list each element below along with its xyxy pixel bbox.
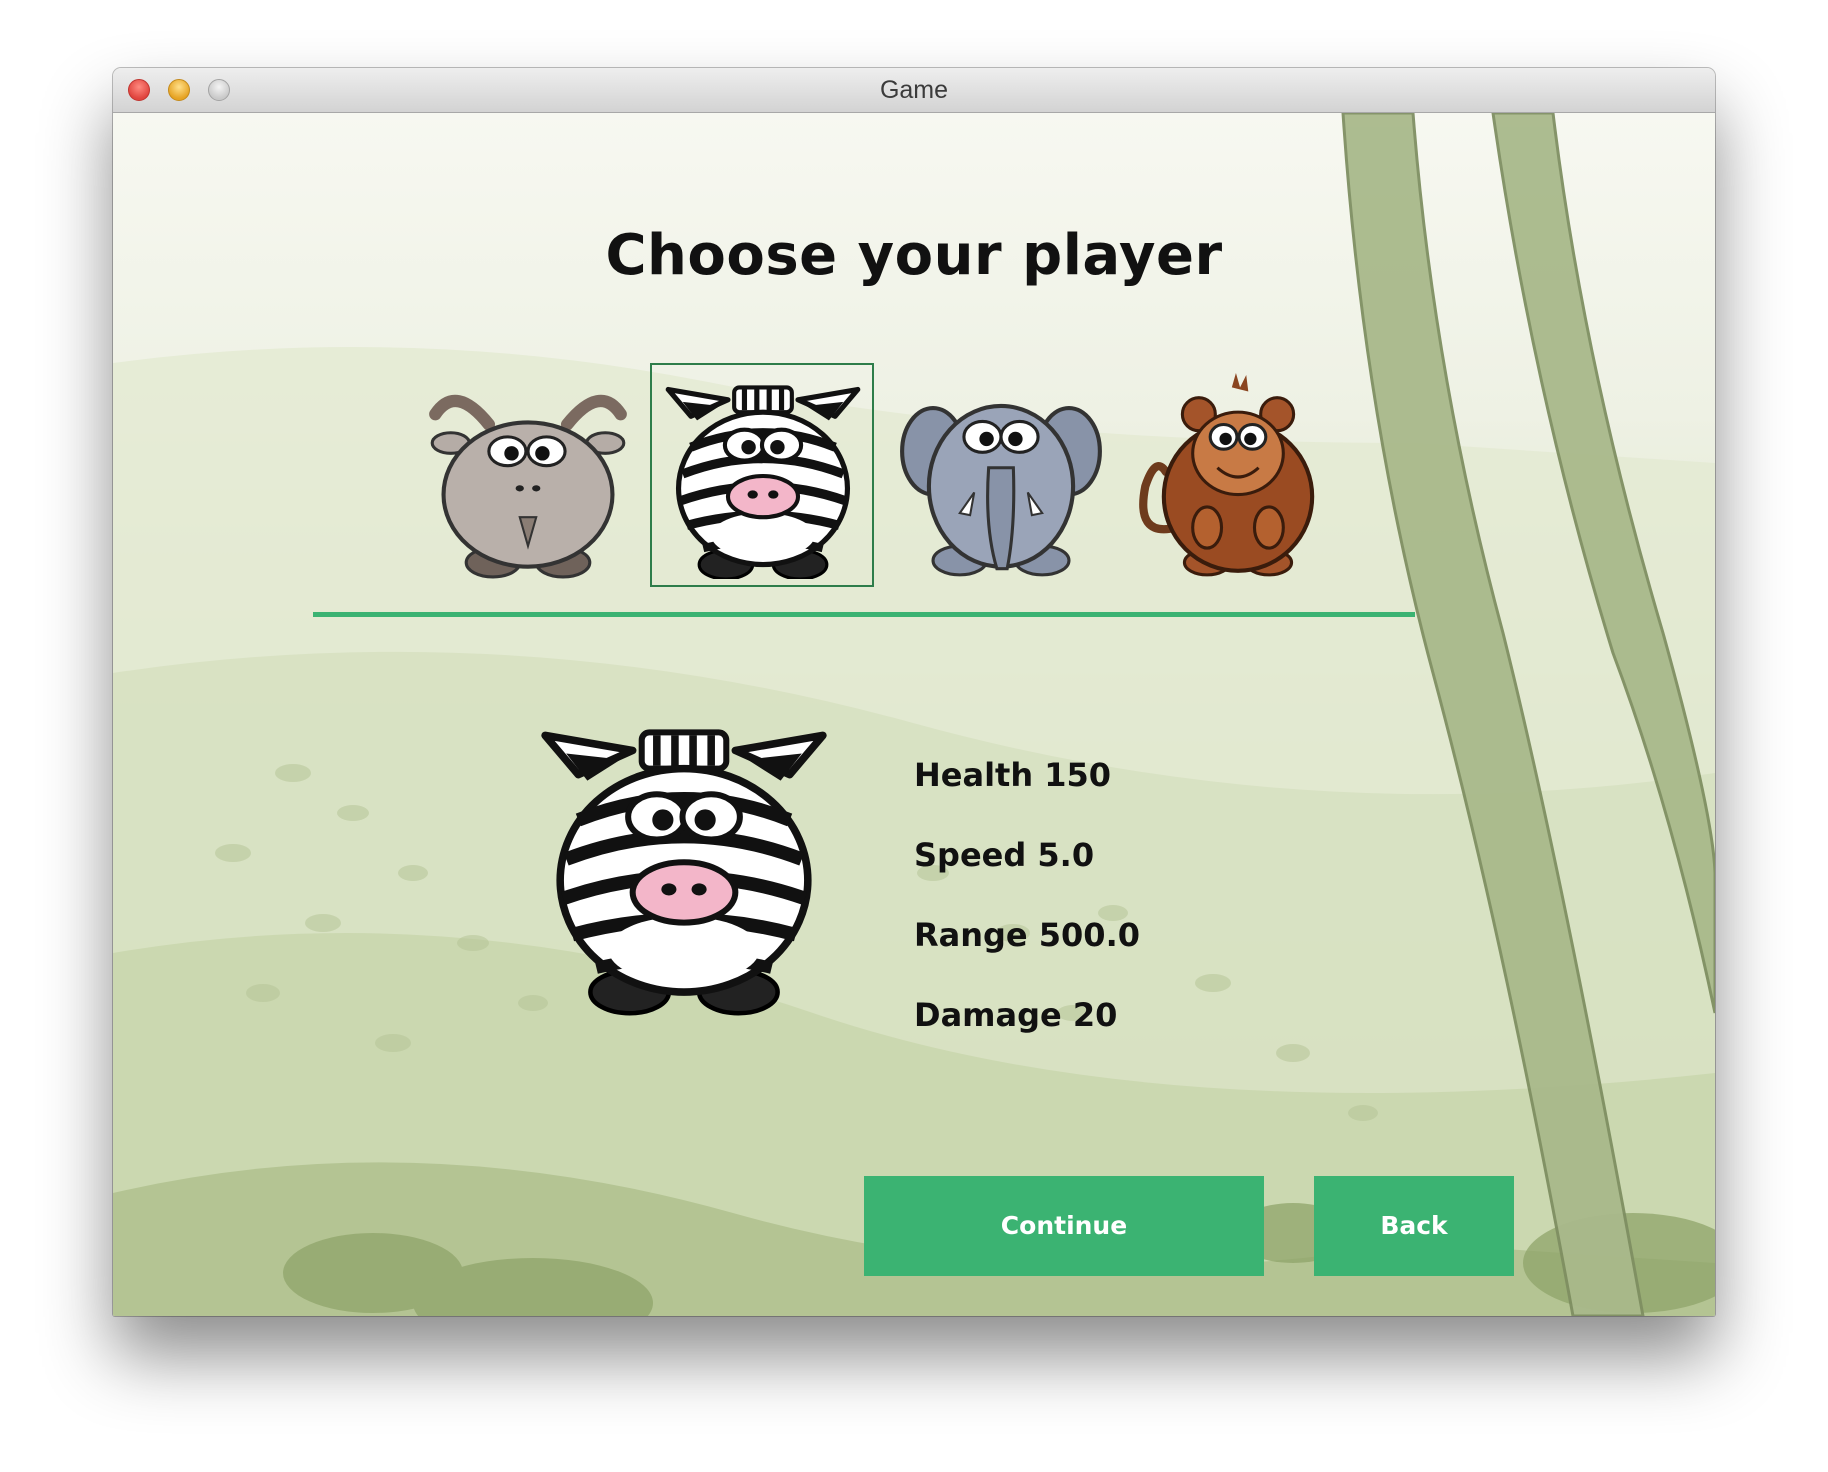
title-bar: Game [113,68,1715,113]
character-option-goat[interactable] [415,363,639,587]
selected-player-preview [533,711,835,1021]
character-option-zebra[interactable] [650,363,874,587]
monkey-icon [1139,373,1315,577]
stat-health: Health 150 [914,756,1112,794]
stat-speed: Speed 5.0 [914,836,1095,874]
goat-icon [429,394,627,579]
character-option-monkey[interactable] [1125,363,1349,587]
game-window: Game Choose your player Health 150 Speed… [113,68,1715,1316]
elephant-icon [900,403,1102,577]
zebra-icon [660,373,866,579]
stat-range: Range 500.0 [914,916,1140,954]
character-option-elephant[interactable] [888,363,1112,587]
selection-divider [313,612,1415,617]
window-title: Game [879,76,949,104]
page-title: Choose your player [605,223,1223,288]
stat-damage: Damage 20 [914,996,1118,1034]
savanna-background [113,113,1715,1316]
continue-button[interactable]: Continue [864,1176,1264,1276]
character-select-screen: Choose your player Health 150 Speed 5.0 … [113,113,1715,1316]
back-button[interactable]: Back [1314,1176,1514,1276]
